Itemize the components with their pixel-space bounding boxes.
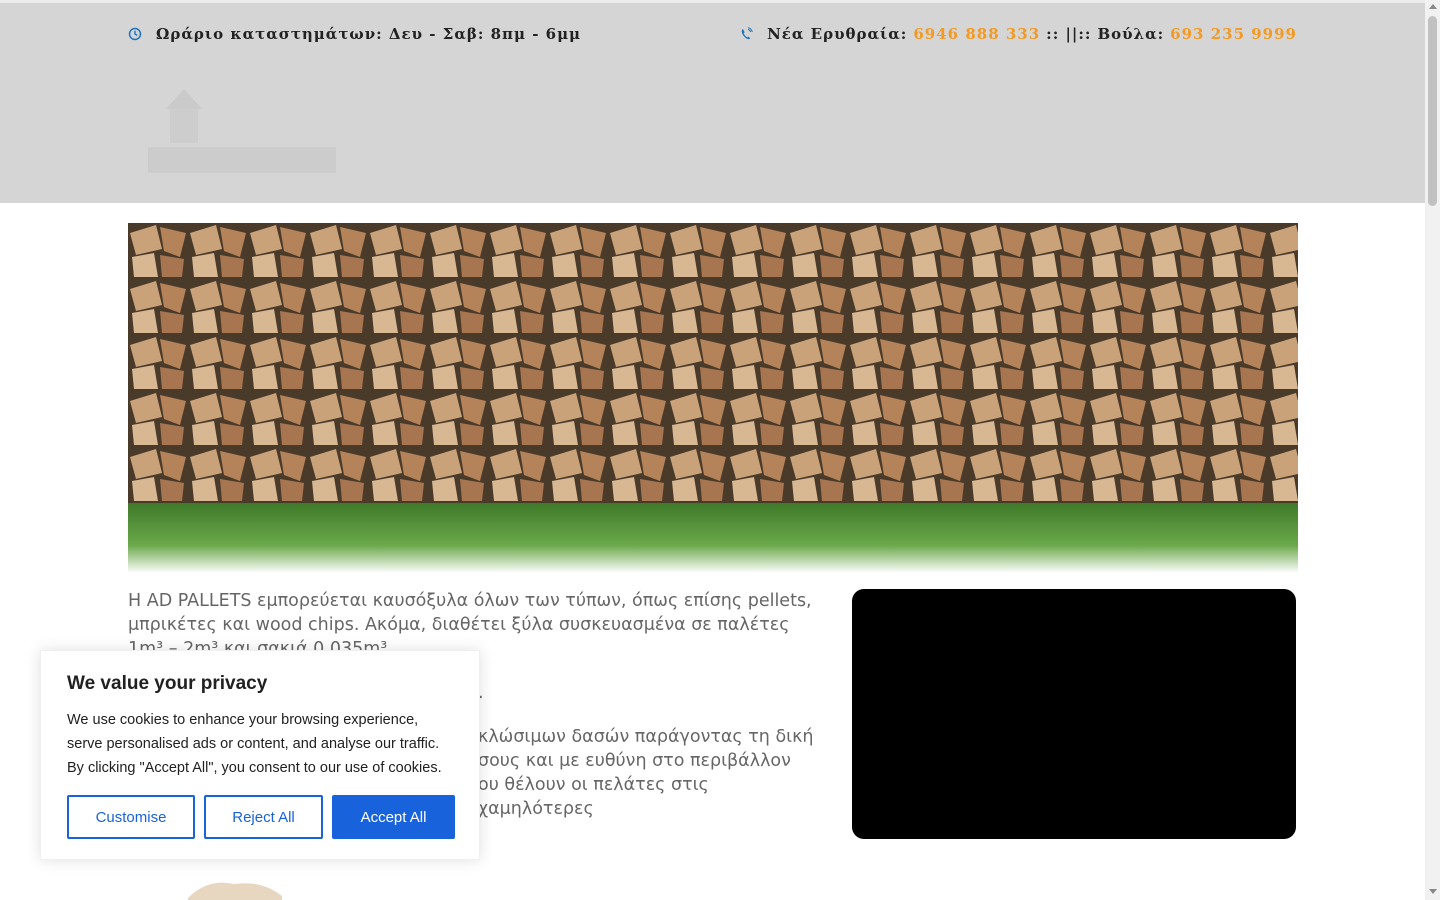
scroll-up-arrow-icon[interactable] bbox=[1429, 4, 1437, 9]
reject-all-button[interactable]: Reject All bbox=[204, 795, 323, 839]
hero-firewood-image bbox=[128, 223, 1298, 573]
contact-separator: :: ||:: bbox=[1046, 25, 1092, 43]
embedded-video[interactable] bbox=[852, 589, 1296, 839]
site-header: Ωράριο καταστημάτων: Δευ - Σαβ: 8πμ - 6μ… bbox=[0, 0, 1425, 203]
cookie-buttons: Customise Reject All Accept All bbox=[67, 795, 455, 839]
cookie-title: We value your privacy bbox=[67, 673, 268, 694]
intro-paragraph-3-line-2: σους και με ευθύνη στο περιβάλλον bbox=[478, 751, 791, 771]
contact-voula-label: Βούλα: bbox=[1097, 25, 1165, 43]
accept-all-button[interactable]: Accept All bbox=[332, 795, 455, 839]
contact-nea-label: Νέα Ερυθραία: bbox=[767, 25, 908, 43]
scroll-thumb[interactable] bbox=[1428, 16, 1437, 206]
phone-icon bbox=[739, 27, 753, 41]
page-scrollbar[interactable] bbox=[1425, 0, 1440, 900]
scroll-down-arrow-icon[interactable] bbox=[1429, 889, 1437, 894]
contact-info: Νέα Ερυθραία: 6946 888 333 :: ||:: Βούλα… bbox=[739, 23, 1297, 45]
phone-link-voula[interactable]: 693 235 9999 bbox=[1170, 25, 1297, 43]
site-logo[interactable] bbox=[144, 81, 340, 181]
product-thumbnail[interactable] bbox=[178, 876, 290, 900]
cookie-description: We use cookies to enhance your browsing … bbox=[67, 712, 442, 776]
clock-icon bbox=[128, 27, 142, 41]
customise-button[interactable]: Customise bbox=[67, 795, 195, 839]
intro-paragraph-3-line-1: κλώσιμων δασών παράγοντας τη δική bbox=[478, 727, 814, 747]
phone-link-nea[interactable]: 6946 888 333 bbox=[913, 25, 1040, 43]
intro-paragraph-3-line-3: ου θέλουν οι πελάτες στις χαμηλότερες bbox=[478, 775, 709, 819]
cookie-consent-banner: We value your privacy We use cookies to … bbox=[40, 650, 480, 860]
opening-hours: Ωράριο καταστημάτων: Δευ - Σαβ: 8πμ - 6μ… bbox=[128, 23, 581, 45]
opening-hours-text: Ωράριο καταστημάτων: Δευ - Σαβ: 8πμ - 6μ… bbox=[156, 25, 582, 43]
